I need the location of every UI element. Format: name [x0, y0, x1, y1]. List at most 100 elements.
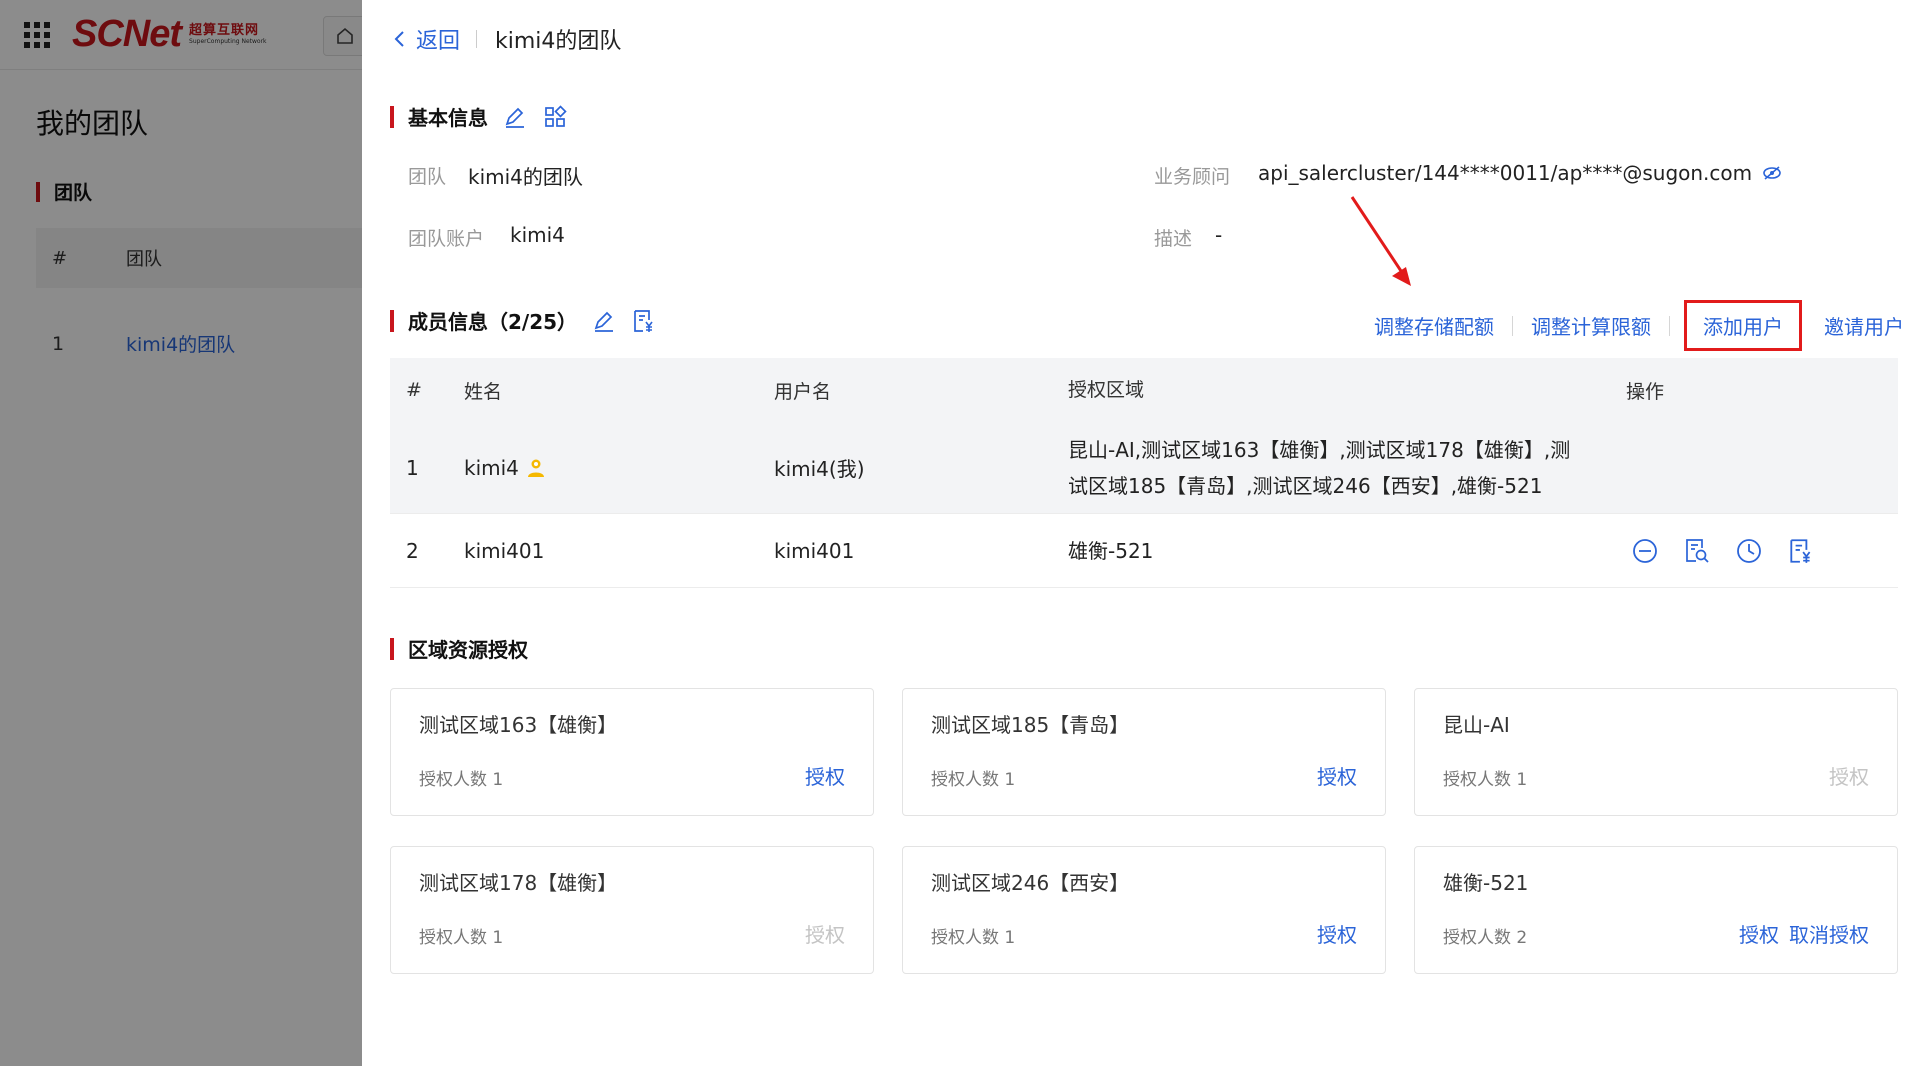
- clock-icon: [1737, 538, 1761, 563]
- column-username: 用户名: [774, 380, 832, 403]
- admin-badge-icon: [527, 459, 544, 477]
- region-name: 测试区域178【雄衡】: [419, 871, 618, 895]
- column-index: #: [406, 379, 422, 401]
- description-value: -: [1215, 223, 1223, 247]
- member-username: kimi4(我): [774, 457, 865, 481]
- row-index: 1: [406, 455, 419, 480]
- drawer-title: kimi4的团队: [495, 29, 622, 54]
- team-account-label: 团队账户: [408, 228, 485, 250]
- section-marker: [390, 309, 394, 332]
- region-card-actions: 授权: [805, 919, 845, 948]
- member-name-cell: kimi4: [464, 456, 774, 480]
- table-row: 1 kimi4 kimi4(我) 昆山-AI,测试区域163【雄衡】,测试区域1…: [390, 422, 1898, 514]
- region-card: 测试区域178【雄衡】授权人数 1 授权: [390, 846, 874, 974]
- region-name: 测试区域246【西安】: [931, 871, 1130, 895]
- adjust-storage-quota-button[interactable]: 调整存储配额: [1374, 311, 1494, 340]
- back-label: 返回: [416, 29, 461, 54]
- doc-search-icon: [1686, 538, 1709, 563]
- section-title-text: 区域资源授权: [408, 638, 528, 662]
- region-name: 雄衡-521: [1443, 871, 1529, 895]
- remove-member-button[interactable]: [1630, 536, 1660, 566]
- row-index: 2: [406, 538, 419, 563]
- member-billing-button[interactable]: [1786, 536, 1816, 566]
- member-regions: 雄衡-521: [1068, 533, 1626, 569]
- section-title-text: 成员信息（2/25）: [408, 310, 578, 334]
- section-marker: [390, 637, 394, 660]
- grid-icon: [545, 104, 567, 127]
- authorize-button: 授权: [805, 923, 845, 947]
- region-card-actions: 授权 取消授权: [1739, 919, 1869, 948]
- authorize-button[interactable]: 授权: [1317, 919, 1357, 948]
- edit-icon: [594, 311, 614, 332]
- section-members: 成员信息（2/25）: [390, 306, 657, 335]
- authorize-button[interactable]: 授权: [805, 761, 845, 790]
- team-label: 团队: [408, 166, 447, 188]
- member-actions: 调整存储配额 调整计算限额 添加用户 邀请用户: [1374, 300, 1904, 351]
- member-regions-line: 试区域185【青岛】,测试区域246【西安】,雄衡-521: [1068, 473, 1543, 498]
- doc-yen-icon: [634, 309, 653, 332]
- invite-user-button[interactable]: 邀请用户: [1824, 311, 1904, 340]
- action-divider: [1669, 315, 1670, 336]
- member-name: kimi4: [464, 455, 519, 480]
- history-button[interactable]: [1734, 536, 1764, 566]
- region-card: 雄衡-521 授权人数 2 授权 取消授权: [1414, 846, 1898, 974]
- members-table: # 姓名 用户名 授权区域 操作 1 kimi4 kimi4(我) 昆山-AI,…: [390, 358, 1898, 588]
- authorize-button[interactable]: 授权: [1739, 919, 1779, 948]
- authorize-button: 授权: [1829, 765, 1869, 789]
- region-cards: 测试区域163【雄衡】 授权人数 1 授权 测试区域185【青岛】 授权人数 1 授权 昆山…: [390, 688, 1898, 974]
- region-name: 昆山-AI: [1443, 713, 1510, 737]
- section-basic-info: 基本信息: [390, 102, 568, 131]
- revoke-authorization-button[interactable]: 取消授权: [1789, 919, 1869, 948]
- region-card-actions: 授权: [1829, 761, 1869, 790]
- section-region-auth: 区域资源授权: [390, 634, 528, 663]
- section-title-text: 基本信息: [408, 106, 488, 130]
- member-operations: [1626, 536, 1816, 566]
- member-name: kimi401: [464, 538, 545, 563]
- edit-basic-info-button[interactable]: [502, 104, 528, 130]
- authorized-count: 授权人数 2: [1443, 928, 1528, 948]
- edit-members-button[interactable]: [591, 308, 617, 334]
- region-name: 测试区域185【青岛】: [931, 713, 1130, 737]
- member-regions: 昆山-AI,测试区域163【雄衡】,测试区域178【雄衡】,测 试区域185【青…: [1068, 432, 1626, 504]
- region-card: 测试区域185【青岛】授权人数 1 授权: [902, 688, 1386, 816]
- view-usage-button[interactable]: [1682, 536, 1712, 566]
- edit-icon: [505, 107, 524, 128]
- action-divider: [1512, 315, 1513, 336]
- back-button[interactable]: 返回: [394, 23, 460, 55]
- remove-member-icon: [1633, 538, 1657, 563]
- add-user-button[interactable]: 添加用户: [1684, 300, 1802, 351]
- column-operations: 操作: [1626, 380, 1665, 403]
- authorized-count: 授权人数 1: [931, 770, 1016, 790]
- team-detail-drawer: 返回 kimi4的团队 基本信息 团队 kimi4的团队 团队账户 kimi4 …: [362, 0, 1920, 1066]
- advisor-field: api_salercluster/144****0011/ap****@sugo…: [1258, 161, 1782, 185]
- region-name: 测试区域163【雄衡】: [419, 713, 618, 737]
- region-card: 测试区域246【西安】 授权人数 1 授权: [902, 846, 1386, 974]
- drawer-header: 返回 kimi4的团队: [394, 22, 621, 56]
- region-card-actions: 授权: [1317, 919, 1357, 948]
- member-regions-line: 雄衡-521: [1068, 538, 1154, 563]
- team-account-value: kimi4: [510, 223, 565, 247]
- eye-off-icon[interactable]: [1762, 163, 1782, 183]
- column-name: 姓名: [464, 380, 503, 403]
- authorized-count: 授权人数 1: [419, 770, 504, 790]
- authorized-count: 授权人数 1: [419, 928, 504, 948]
- authorized-count: 授权人数 1: [1443, 770, 1528, 790]
- authorize-button[interactable]: 授权: [1317, 761, 1357, 790]
- chevron-left-icon: [394, 31, 404, 47]
- section-marker: [390, 105, 394, 128]
- region-card: 昆山-AI 授权人数 1 授权: [1414, 688, 1898, 816]
- region-card-actions: 授权: [805, 761, 845, 790]
- region-card: 测试区域163【雄衡】授权人数 1 授权: [390, 688, 874, 816]
- advisor-value: api_salercluster/144****0011/ap****@sugo…: [1258, 161, 1753, 185]
- description-label: 描述: [1154, 228, 1193, 250]
- grid-view-button[interactable]: [542, 104, 568, 130]
- team-value: kimi4的团队: [468, 165, 583, 189]
- member-billing-button[interactable]: [631, 308, 657, 334]
- member-regions-line: 昆山-AI,测试区域163【雄衡】,测试区域178【雄衡】,测: [1068, 437, 1571, 462]
- member-username: kimi401: [774, 538, 855, 563]
- adjust-compute-limit-button[interactable]: 调整计算限额: [1531, 311, 1651, 340]
- member-name-cell: kimi401: [464, 539, 774, 563]
- column-regions: 授权区域: [1068, 379, 1145, 401]
- doc-yen-icon: [1790, 538, 1811, 563]
- header-divider: [476, 30, 478, 48]
